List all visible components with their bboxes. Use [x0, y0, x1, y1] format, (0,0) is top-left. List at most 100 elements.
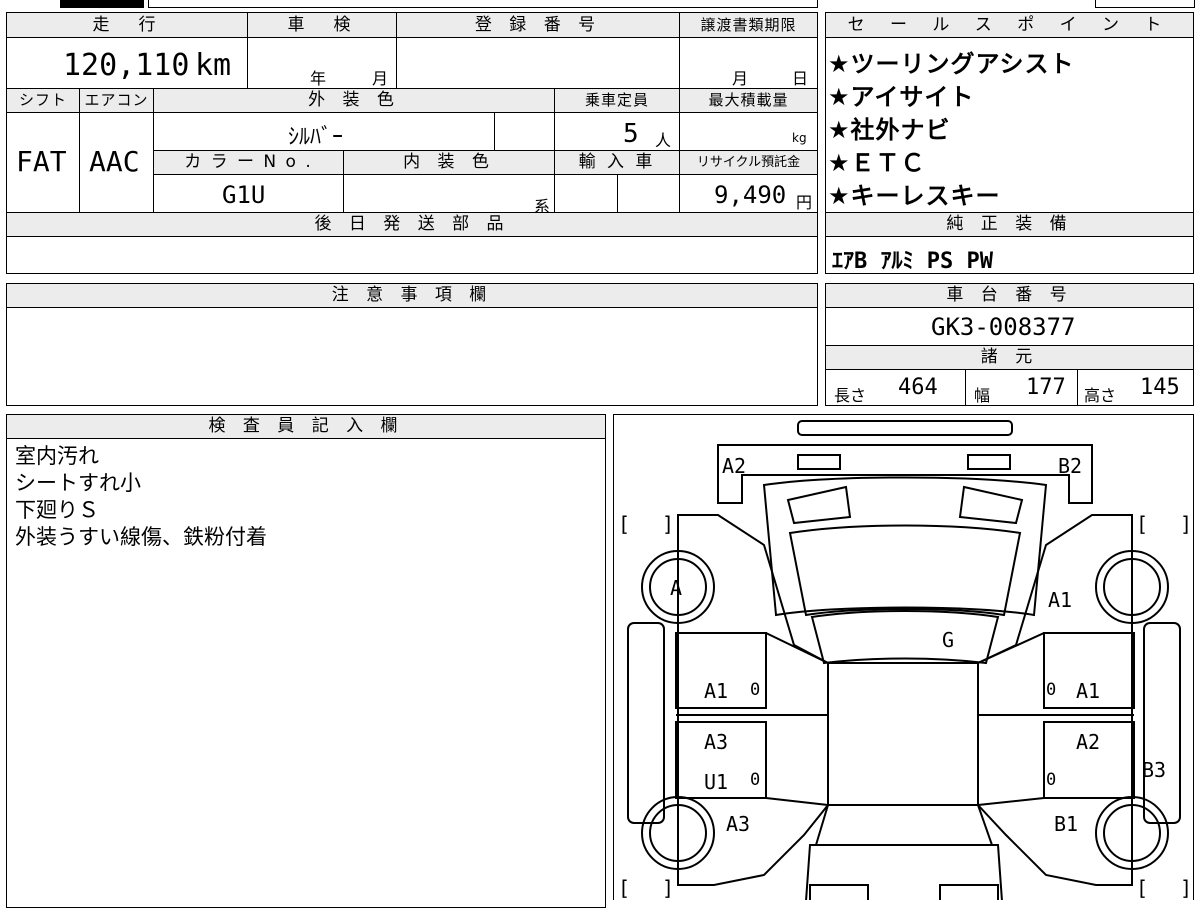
- damage-mark: A1: [1048, 588, 1072, 612]
- chassis-cell: GK3-008377: [825, 307, 1194, 346]
- spec-height-cell: 高さ 145: [1077, 369, 1194, 406]
- transfer-day: 日: [792, 69, 809, 88]
- inspection-month: 月: [372, 69, 389, 88]
- vehicle-info-block: 走 行 車 検 登 録 番 号 譲渡書類期限 120,110 km 年 月 月 …: [6, 12, 818, 274]
- headlight-right: [958, 485, 1024, 525]
- trunk: [805, 844, 1003, 900]
- sales-points-header: セ ー ル ス ポ イ ン ト: [825, 12, 1194, 38]
- mileage-value: 120,110: [63, 48, 190, 83]
- caution-cell: [6, 307, 818, 406]
- equipment-value: ｴｱB ｱﾙﾐ PS PW: [832, 249, 993, 274]
- exterior-header: 外 装 色: [153, 88, 555, 113]
- damage-mark: U1: [704, 770, 728, 794]
- damage-mark: B3: [1142, 758, 1166, 782]
- damage-mark: G: [942, 628, 954, 652]
- zero-mark: 0: [750, 770, 760, 790]
- inspector-note: 下廻りＳ: [15, 498, 99, 522]
- fog-light-left: [797, 454, 841, 470]
- damage-mark: B1: [1054, 812, 1078, 836]
- registration-cell: [396, 37, 680, 89]
- top-edge-cells: [148, 0, 818, 8]
- import-cell-a: [554, 174, 618, 213]
- bracket-close: ]: [662, 512, 674, 536]
- rear-bumper-left: [809, 884, 869, 900]
- sales-point-item: ★アイサイト: [828, 83, 975, 111]
- rear-bumper-right: [939, 884, 999, 900]
- damage-mark: B2: [1058, 454, 1082, 478]
- bracket-close: ]: [662, 876, 674, 900]
- equipment-cell: ｴｱB ｱﾙﾐ PS PW: [825, 236, 1194, 274]
- zero-mark: 0: [1046, 680, 1056, 700]
- damage-mark: A1: [704, 679, 728, 703]
- recycle-header: リサイクル預託金: [679, 150, 818, 175]
- inspection-header: 車 検: [247, 12, 397, 38]
- bracket-close: ]: [1180, 512, 1192, 536]
- front-bumper-shape: [797, 420, 1013, 436]
- later-parts-header: 後 日 発 送 部 品: [6, 212, 818, 237]
- right-side-sill: [1143, 622, 1181, 824]
- aircon-cell: AAC: [79, 112, 154, 213]
- inspector-note: シートすれ小: [15, 471, 141, 495]
- transfer-cell: 月 日: [679, 37, 818, 89]
- hood-outline: [762, 476, 1048, 617]
- fog-light-right: [967, 454, 1011, 470]
- inspector-note: 室内汚れ: [15, 444, 99, 468]
- inspector-note: 外装うすい線傷、鉄粉付着: [15, 525, 267, 549]
- bracket-open: [: [618, 876, 630, 900]
- inspection-year: 年: [310, 69, 327, 88]
- sales-point-item: ★ツーリングアシスト: [828, 50, 1075, 78]
- windshield: [810, 610, 1000, 665]
- damage-mark: A3: [726, 812, 750, 836]
- mileage-unit: km: [195, 48, 232, 83]
- import-cell-b: [617, 174, 680, 213]
- chassis-header: 車 台 番 号: [825, 283, 1194, 308]
- caution-header: 注 意 事 項 欄: [6, 283, 818, 308]
- exterior-value: ｼﾙﾊﾞｰ: [288, 125, 344, 150]
- interior-header: 内 装 色: [343, 150, 555, 175]
- capacity-value: 5: [623, 119, 639, 149]
- equipment-header: 純 正 装 備: [825, 212, 1194, 237]
- car-diagram-frame: A2 B2 A A1 G A1 A1 A3 U1 A2 B3 A3 B1 0 0…: [613, 414, 1194, 900]
- front-end-outline: [717, 444, 1093, 504]
- top-black-tab: [60, 0, 144, 8]
- recycle-unit: 円: [796, 193, 813, 212]
- inspection-cell: 年 月: [247, 37, 397, 89]
- spec-length-cell: 長さ 464: [825, 369, 966, 406]
- zero-mark: 0: [1046, 770, 1056, 790]
- bracket-open: [: [618, 512, 630, 536]
- sales-point-item: ★ＥＴＣ: [828, 149, 926, 177]
- roof: [827, 662, 979, 806]
- capacity-unit: 人: [655, 131, 672, 150]
- import-header: 輸 入 車: [554, 150, 680, 175]
- color-no-value: G1U: [222, 181, 266, 209]
- aircon-header: エアコン: [79, 88, 154, 113]
- sales-point-item: ★キーレスキー: [828, 182, 1001, 210]
- color-no-header: カ ラ ー N o .: [153, 150, 344, 175]
- load-cell: kg: [679, 112, 818, 151]
- exterior-cell: ｼﾙﾊﾞｰ: [153, 112, 495, 151]
- recycle-value: 9,490: [714, 181, 787, 209]
- rear-window: [814, 804, 994, 846]
- exterior-extra-cell: [494, 112, 555, 151]
- left-side-sill: [627, 622, 665, 824]
- shift-value: FAT: [16, 145, 67, 178]
- load-unit: kg: [792, 131, 807, 145]
- aircon-value: AAC: [89, 145, 140, 178]
- zero-mark: 0: [750, 680, 760, 700]
- shift-header: シフト: [6, 88, 80, 113]
- damage-mark: A2: [1076, 730, 1100, 754]
- top-edge-cells-right: [1095, 0, 1195, 8]
- capacity-cell: 5 人: [554, 112, 680, 151]
- spec-width-value: 177: [1026, 375, 1066, 400]
- bracket-open: [: [1136, 512, 1148, 536]
- spec-width-cell: 幅 177: [965, 369, 1078, 406]
- spec-length-label: 長さ: [834, 386, 867, 405]
- damage-mark: A2: [722, 454, 746, 478]
- hood-panel: [788, 524, 1022, 617]
- color-no-cell: G1U: [153, 174, 344, 213]
- damage-mark: A3: [704, 730, 728, 754]
- spec-width-label: 幅: [974, 386, 991, 405]
- bracket-open: [: [1136, 876, 1148, 900]
- damage-mark: A: [670, 576, 682, 600]
- recycle-cell: 9,490 円: [679, 174, 818, 213]
